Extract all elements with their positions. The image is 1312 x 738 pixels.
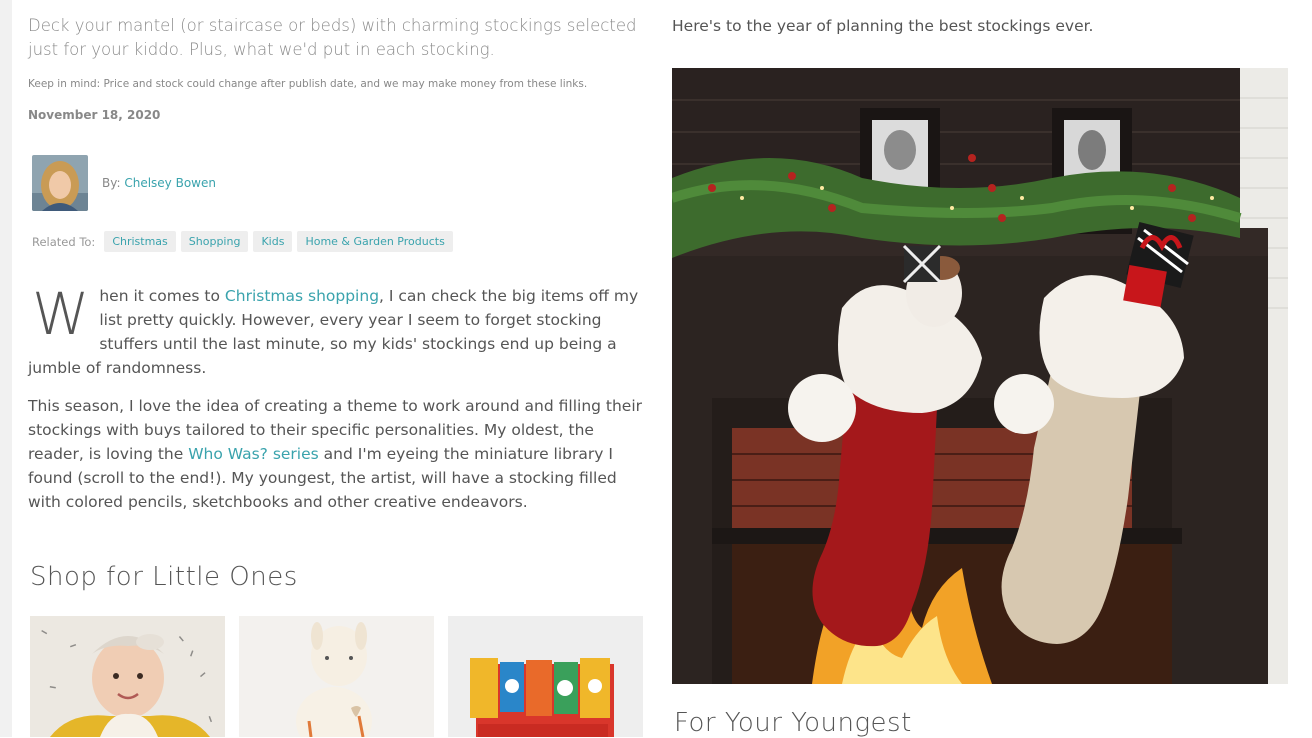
article-paragraph-2: This season, I love the idea of creating…: [28, 394, 644, 514]
related-label: Related To:: [32, 234, 96, 249]
tag-shopping[interactable]: Shopping: [180, 231, 249, 252]
section-heading-youngest: For Your Youngest: [674, 708, 912, 738]
tag-christmas[interactable]: Christmas: [104, 231, 176, 252]
hero-image-stockings-mantel[interactable]: [672, 68, 1288, 684]
article-left-column: Deck your mantel (or staircase or beds) …: [28, 0, 644, 737]
who-was-series-link[interactable]: Who Was? series: [188, 445, 319, 463]
byline: By: Chelsey Bowen: [32, 155, 216, 211]
product-image-baby-lovey[interactable]: [30, 616, 225, 737]
publish-date: November 18, 2020: [28, 108, 161, 122]
paragraph-text: hen it comes to: [99, 287, 225, 305]
author-avatar[interactable]: [32, 155, 88, 211]
product-image-book-set[interactable]: [448, 616, 643, 737]
product-image-llama-plush[interactable]: [239, 616, 434, 737]
byline-prefix: By:: [102, 176, 121, 190]
author-link[interactable]: Chelsey Bowen: [124, 176, 216, 190]
article-right-column: Here's to the year of planning the best …: [672, 0, 1292, 738]
article-paragraph-1: When it comes to Christmas shopping, I c…: [28, 284, 644, 380]
stockings-intro-text: Here's to the year of planning the best …: [672, 17, 1094, 35]
article-body: When it comes to Christmas shopping, I c…: [28, 284, 644, 514]
related-tags: Related To: Christmas Shopping Kids Home…: [32, 231, 453, 252]
byline-text: By: Chelsey Bowen: [102, 176, 216, 190]
section-heading: Shop for Little Ones: [30, 562, 298, 592]
tag-kids[interactable]: Kids: [253, 231, 293, 252]
tag-home-garden-products[interactable]: Home & Garden Products: [297, 231, 453, 252]
product-grid: [30, 616, 643, 737]
christmas-shopping-link[interactable]: Christmas shopping: [225, 287, 379, 305]
article-deck: Deck your mantel (or staircase or beds) …: [28, 16, 637, 59]
drop-cap: W: [32, 280, 90, 348]
page-left-gutter: [0, 0, 12, 737]
affiliate-disclaimer: Keep in mind: Price and stock could chan…: [28, 78, 588, 90]
